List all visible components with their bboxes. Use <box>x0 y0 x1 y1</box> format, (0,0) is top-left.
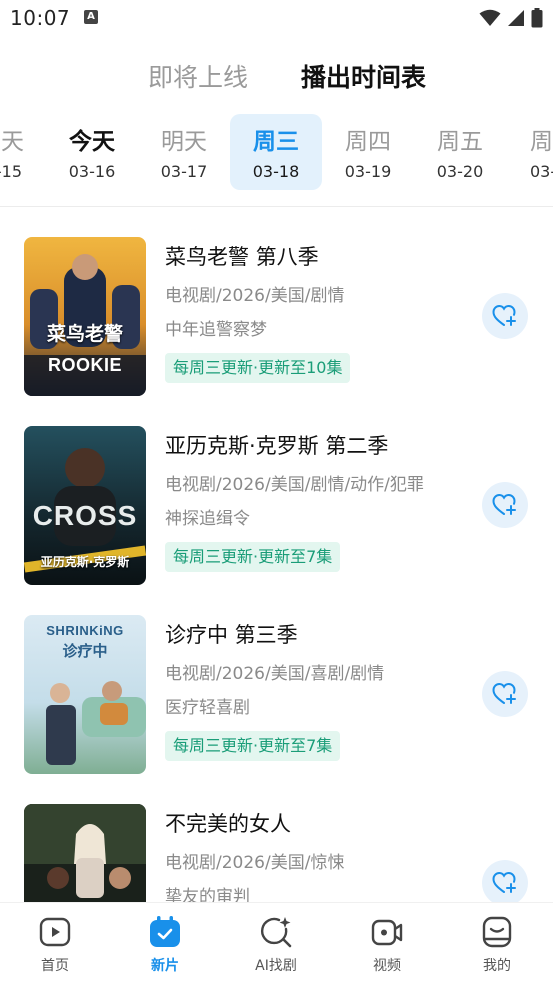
nav-item-new[interactable]: 新片 <box>125 915 205 975</box>
date-day: 03-20 <box>436 162 484 181</box>
date-weekday: 今天 <box>69 129 115 155</box>
divider <box>0 206 553 207</box>
heart-plus-icon <box>492 682 516 704</box>
profile-icon <box>482 916 512 948</box>
date-item[interactable]: 明天 03-17 <box>138 114 230 190</box>
wifi-icon <box>479 9 501 26</box>
show-meta: 电视剧/2026/美国/剧情/动作/犯罪 <box>165 475 424 495</box>
show-meta: 电视剧/2026/美国/惊悚 <box>165 853 345 873</box>
date-day: 03-18 <box>252 162 300 181</box>
tab-upcoming[interactable]: 即将上线 <box>148 58 248 94</box>
bottom-nav: 首页 新片 AI找剧 视频 我的 <box>0 902 553 983</box>
status-icons <box>479 8 543 28</box>
show-desc: 医疗轻喜剧 <box>165 698 250 718</box>
show-title[interactable]: 菜鸟老警 第八季 <box>165 241 319 271</box>
show-card[interactable]: 菜鸟老警 ROOKIE 菜鸟老警 第八季 电视剧/2026/美国/剧情 中年追警… <box>0 222 553 397</box>
nav-label: 首页 <box>41 958 69 974</box>
date-weekday: 周三 <box>253 129 299 155</box>
date-weekday: 周四 <box>345 129 391 155</box>
show-meta: 电视剧/2026/美国/剧情 <box>165 286 345 306</box>
signal-icon <box>508 10 524 26</box>
date-day: 03- <box>530 162 553 181</box>
status-time: 10:07 <box>10 6 71 30</box>
heart-plus-icon <box>492 493 516 515</box>
nav-item-video[interactable]: 视频 <box>347 915 427 975</box>
date-selector: 天 -15 今天 03-16 明天 03-17 周三 03-18 周四 03-1… <box>0 112 553 192</box>
status-bar: 10:07 A <box>0 0 553 38</box>
date-day: 03-16 <box>68 162 116 181</box>
calendar-check-icon <box>150 916 180 947</box>
play-square-icon <box>39 917 71 947</box>
nav-label: 我的 <box>483 958 511 974</box>
show-card[interactable]: SHRINKiNG 诊疗中 诊疗中 第三季 电视剧/2026/美国/喜剧/剧情 … <box>0 600 553 775</box>
poster-title-text: SHRINKiNG <box>46 623 124 638</box>
app-screen: 10:07 A 即将上线 播出时间表 天 -15 今天 03-16 <box>0 0 553 983</box>
video-camera-icon <box>371 919 403 946</box>
date-weekday: 天 <box>1 129 24 155</box>
date-weekday: 周五 <box>437 129 483 155</box>
notification-app-icon: A <box>84 10 98 24</box>
tab-schedule[interactable]: 播出时间表 <box>301 58 426 94</box>
heart-plus-icon <box>492 304 516 326</box>
date-item-today[interactable]: 今天 03-16 <box>46 114 138 190</box>
follow-button[interactable] <box>482 671 528 717</box>
poster-title-text: CROSS <box>32 500 138 531</box>
top-tabs: 即将上线 播出时间表 <box>0 52 553 102</box>
update-badge: 每周三更新·更新至10集 <box>165 353 351 383</box>
update-badge: 每周三更新·更新至7集 <box>165 542 341 572</box>
show-meta: 电视剧/2026/美国/喜剧/剧情 <box>165 664 385 684</box>
date-item[interactable]: 周五 03-20 <box>414 114 506 190</box>
show-title[interactable]: 不完美的女人 <box>165 808 291 838</box>
show-poster[interactable]: CROSS 亚历克斯·克罗斯 <box>24 426 146 585</box>
heart-plus-icon <box>492 871 516 893</box>
date-weekday: 明天 <box>161 129 207 155</box>
date-day: 03-19 <box>344 162 392 181</box>
poster-subtitle-text: 亚历克斯·克罗斯 <box>40 555 130 569</box>
nav-label: 新片 <box>151 958 179 974</box>
follow-button[interactable] <box>482 482 528 528</box>
date-weekday: 周 <box>530 129 553 155</box>
date-day: -15 <box>0 162 22 181</box>
poster-subtitle-text: 诊疗中 <box>62 642 108 660</box>
show-desc: 神探追缉令 <box>165 509 250 529</box>
date-item[interactable]: 天 -15 <box>0 114 46 190</box>
date-item-selected[interactable]: 周三 03-18 <box>230 114 322 190</box>
poster-subtitle-text: ROOKIE <box>47 355 122 375</box>
nav-label: AI找剧 <box>255 958 297 974</box>
follow-button[interactable] <box>482 293 528 339</box>
ai-search-icon <box>261 917 292 948</box>
nav-item-ai-search[interactable]: AI找剧 <box>236 915 316 975</box>
follow-button[interactable] <box>482 860 528 906</box>
nav-item-profile[interactable]: 我的 <box>457 915 537 975</box>
date-item[interactable]: 周 03- <box>506 114 553 190</box>
nav-item-home[interactable]: 首页 <box>15 915 95 975</box>
show-poster[interactable]: 菜鸟老警 ROOKIE <box>24 237 146 396</box>
poster-title-text: 菜鸟老警 <box>46 323 123 345</box>
show-title[interactable]: 亚历克斯·克罗斯 第二季 <box>165 430 388 460</box>
update-badge: 每周三更新·更新至7集 <box>165 731 341 761</box>
show-desc: 中年追警察梦 <box>165 320 267 340</box>
date-item[interactable]: 周四 03-19 <box>322 114 414 190</box>
show-title[interactable]: 诊疗中 第三季 <box>165 619 298 649</box>
show-poster[interactable]: SHRINKiNG 诊疗中 <box>24 615 146 774</box>
show-card[interactable]: CROSS 亚历克斯·克罗斯 亚历克斯·克罗斯 第二季 电视剧/2026/美国/… <box>0 411 553 586</box>
nav-label: 视频 <box>373 958 401 974</box>
date-day: 03-17 <box>160 162 208 181</box>
battery-icon <box>531 8 543 28</box>
